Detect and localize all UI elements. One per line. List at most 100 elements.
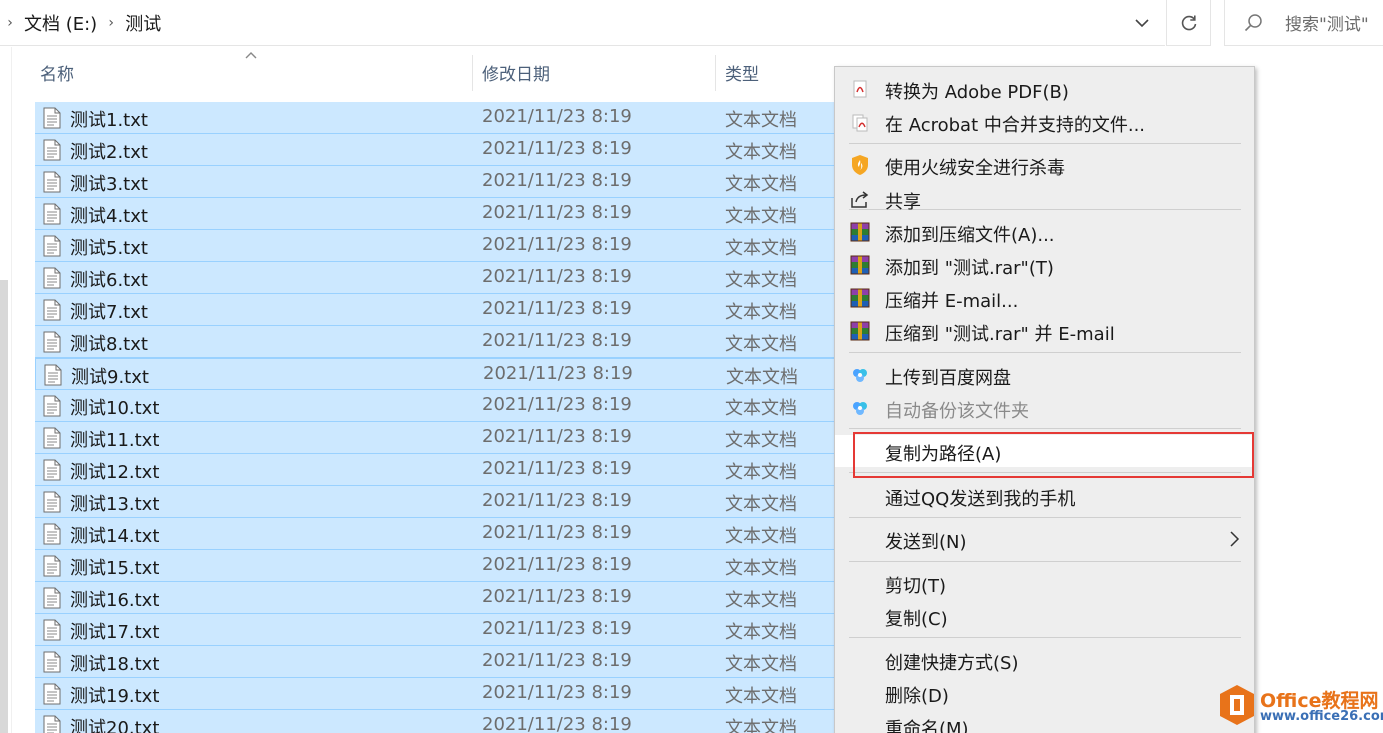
navigation-scrollbar[interactable]: [0, 280, 8, 733]
text-file-icon: [43, 364, 63, 386]
file-date: 2021/11/23 8:19: [482, 170, 632, 191]
file-name: 测试19.txt: [70, 686, 160, 707]
refresh-button[interactable]: [1166, 0, 1211, 46]
file-type: 文本文档: [725, 334, 797, 355]
menu-item-share[interactable]: 共享: [835, 183, 1254, 215]
file-row[interactable]: 测试1.txt 2021/11/23 8:19 文本文档: [35, 102, 835, 134]
file-row[interactable]: 测试2.txt 2021/11/23 8:19 文本文档: [35, 134, 835, 166]
menu-item-delete[interactable]: 删除(D): [835, 677, 1254, 709]
adobe-pdf-icon: [849, 78, 871, 100]
text-file-icon: [42, 587, 62, 609]
menu-item-upload-baidu[interactable]: 上传到百度网盘: [835, 359, 1254, 391]
file-name: 测试7.txt: [70, 302, 148, 323]
file-name: 测试8.txt: [70, 334, 148, 355]
share-icon: [849, 188, 871, 210]
file-row[interactable]: 测试13.txt 2021/11/23 8:19 文本文档: [35, 486, 835, 518]
file-list[interactable]: 测试1.txt 2021/11/23 8:19 文本文档 测试2.txt 2021/11…: [35, 102, 835, 733]
column-divider[interactable]: [472, 55, 473, 91]
file-row[interactable]: 测试6.txt 2021/11/23 8:19 文本文档: [35, 262, 835, 294]
file-row[interactable]: 测试7.txt 2021/11/23 8:19 文本文档: [35, 294, 835, 326]
file-name: 测试18.txt: [70, 654, 160, 675]
breadcrumb-folder[interactable]: 测试: [121, 10, 165, 36]
chevron-down-icon[interactable]: [1131, 12, 1153, 34]
menu-item-cut[interactable]: 剪切(T): [835, 567, 1254, 599]
menu-item-send-to[interactable]: 发送到(N): [835, 523, 1254, 555]
menu-separator: [849, 143, 1241, 144]
file-name: 测试15.txt: [70, 558, 160, 579]
menu-item-add-to-rar[interactable]: 添加到 "测试.rar"(T): [835, 249, 1254, 281]
file-name: 测试4.txt: [70, 206, 148, 227]
search-icon: [1244, 13, 1262, 31]
file-type: 文本文档: [725, 526, 797, 547]
file-row[interactable]: 测试10.txt 2021/11/23 8:19 文本文档: [35, 390, 835, 422]
file-date: 2021/11/23 8:19: [482, 234, 632, 255]
menu-item-acrobat-combine[interactable]: 在 Acrobat 中合并支持的文件...: [835, 106, 1254, 138]
menu-item-auto-backup[interactable]: 自动备份该文件夹: [835, 392, 1254, 424]
file-name: 测试1.txt: [70, 110, 148, 131]
file-date: 2021/11/23 8:19: [482, 586, 632, 607]
file-row[interactable]: 测试5.txt 2021/11/23 8:19 文本文档: [35, 230, 835, 262]
file-type: 文本文档: [725, 398, 797, 419]
text-file-icon: [42, 107, 62, 129]
address-bar[interactable]: › 文档 (E:) › 测试: [0, 0, 1165, 46]
huorong-shield-icon: [849, 154, 871, 176]
text-file-icon: [42, 203, 62, 225]
breadcrumb-chevron-icon[interactable]: ›: [0, 15, 20, 31]
file-row[interactable]: 测试16.txt 2021/11/23 8:19 文本文档: [35, 582, 835, 614]
column-header-type[interactable]: 类型: [717, 52, 834, 92]
file-name: 测试17.txt: [70, 622, 160, 643]
file-date: 2021/11/23 8:19: [482, 394, 632, 415]
file-row[interactable]: 测试19.txt 2021/11/23 8:19 文本文档: [35, 678, 835, 710]
file-type: 文本文档: [725, 686, 797, 707]
menu-item-compress-rar-email[interactable]: 压缩到 "测试.rar" 并 E-mail: [835, 315, 1254, 347]
file-row[interactable]: 测试4.txt 2021/11/23 8:19 文本文档: [35, 198, 835, 230]
file-row[interactable]: 测试15.txt 2021/11/23 8:19 文本文档: [35, 550, 835, 582]
menu-item-rename[interactable]: 重命名(M): [835, 710, 1254, 733]
file-date: 2021/11/23 8:19: [482, 490, 632, 511]
file-date: 2021/11/23 8:19: [482, 426, 632, 447]
menu-item-label: 自动备份该文件夹: [885, 401, 1029, 422]
menu-item-label: 通过QQ发送到我的手机: [885, 489, 1076, 510]
text-file-icon: [42, 683, 62, 705]
menu-item-copy[interactable]: 复制(C): [835, 600, 1254, 632]
file-name: 测试16.txt: [70, 590, 160, 611]
menu-item-label: 上传到百度网盘: [885, 368, 1011, 389]
file-row[interactable]: 测试8.txt 2021/11/23 8:19 文本文档: [35, 326, 835, 358]
file-row[interactable]: 测试12.txt 2021/11/23 8:19 文本文档: [35, 454, 835, 486]
file-type: 文本文档: [725, 270, 797, 291]
file-type: 文本文档: [725, 110, 797, 131]
text-file-icon: [42, 555, 62, 577]
file-type: 文本文档: [725, 302, 797, 323]
column-header-name-label: 名称: [40, 64, 74, 85]
file-row[interactable]: 测试18.txt 2021/11/23 8:19 文本文档: [35, 646, 835, 678]
file-date: 2021/11/23 8:19: [482, 106, 632, 127]
column-divider[interactable]: [715, 55, 716, 91]
menu-item-convert-to-pdf[interactable]: 转换为 Adobe PDF(B): [835, 73, 1254, 105]
text-file-icon: [42, 651, 62, 673]
menu-item-compress-email[interactable]: 压缩并 E-mail...: [835, 282, 1254, 314]
file-row[interactable]: 测试11.txt 2021/11/23 8:19 文本文档: [35, 422, 835, 454]
baidu-netdisk-icon: [849, 397, 871, 419]
column-header-name[interactable]: 名称: [32, 52, 472, 92]
file-type: 文本文档: [725, 206, 797, 227]
text-file-icon: [42, 267, 62, 289]
breadcrumb-separator-icon[interactable]: ›: [101, 15, 121, 31]
search-input[interactable]: 搜索"测试": [1285, 10, 1369, 35]
menu-item-qq-send-to-phone[interactable]: 通过QQ发送到我的手机: [835, 480, 1254, 512]
text-file-icon: [42, 619, 62, 641]
menu-item-create-shortcut[interactable]: 创建快捷方式(S): [835, 644, 1254, 676]
menu-item-huorong-scan[interactable]: 使用火绒安全进行杀毒: [835, 149, 1254, 181]
column-header-date[interactable]: 修改日期: [474, 52, 714, 92]
text-file-icon: [42, 491, 62, 513]
file-date: 2021/11/23 8:19: [482, 682, 632, 703]
search-box[interactable]: 搜索"测试": [1224, 0, 1383, 46]
file-row[interactable]: 测试17.txt 2021/11/23 8:19 文本文档: [35, 614, 835, 646]
context-menu[interactable]: 转换为 Adobe PDF(B) 在 Acrobat 中合并支持的文件... 使用火…: [834, 66, 1255, 733]
menu-item-add-to-archive[interactable]: 添加到压缩文件(A)...: [835, 216, 1254, 248]
file-row[interactable]: 测试20.txt 2021/11/23 8:19 文本文档: [35, 710, 835, 733]
file-type: 文本文档: [725, 174, 797, 195]
file-row[interactable]: 测试14.txt 2021/11/23 8:19 文本文档: [35, 518, 835, 550]
file-row[interactable]: 测试3.txt 2021/11/23 8:19 文本文档: [35, 166, 835, 198]
breadcrumb-drive[interactable]: 文档 (E:): [20, 10, 101, 36]
file-row[interactable]: 测试9.txt 2021/11/23 8:19 文本文档: [35, 358, 835, 390]
